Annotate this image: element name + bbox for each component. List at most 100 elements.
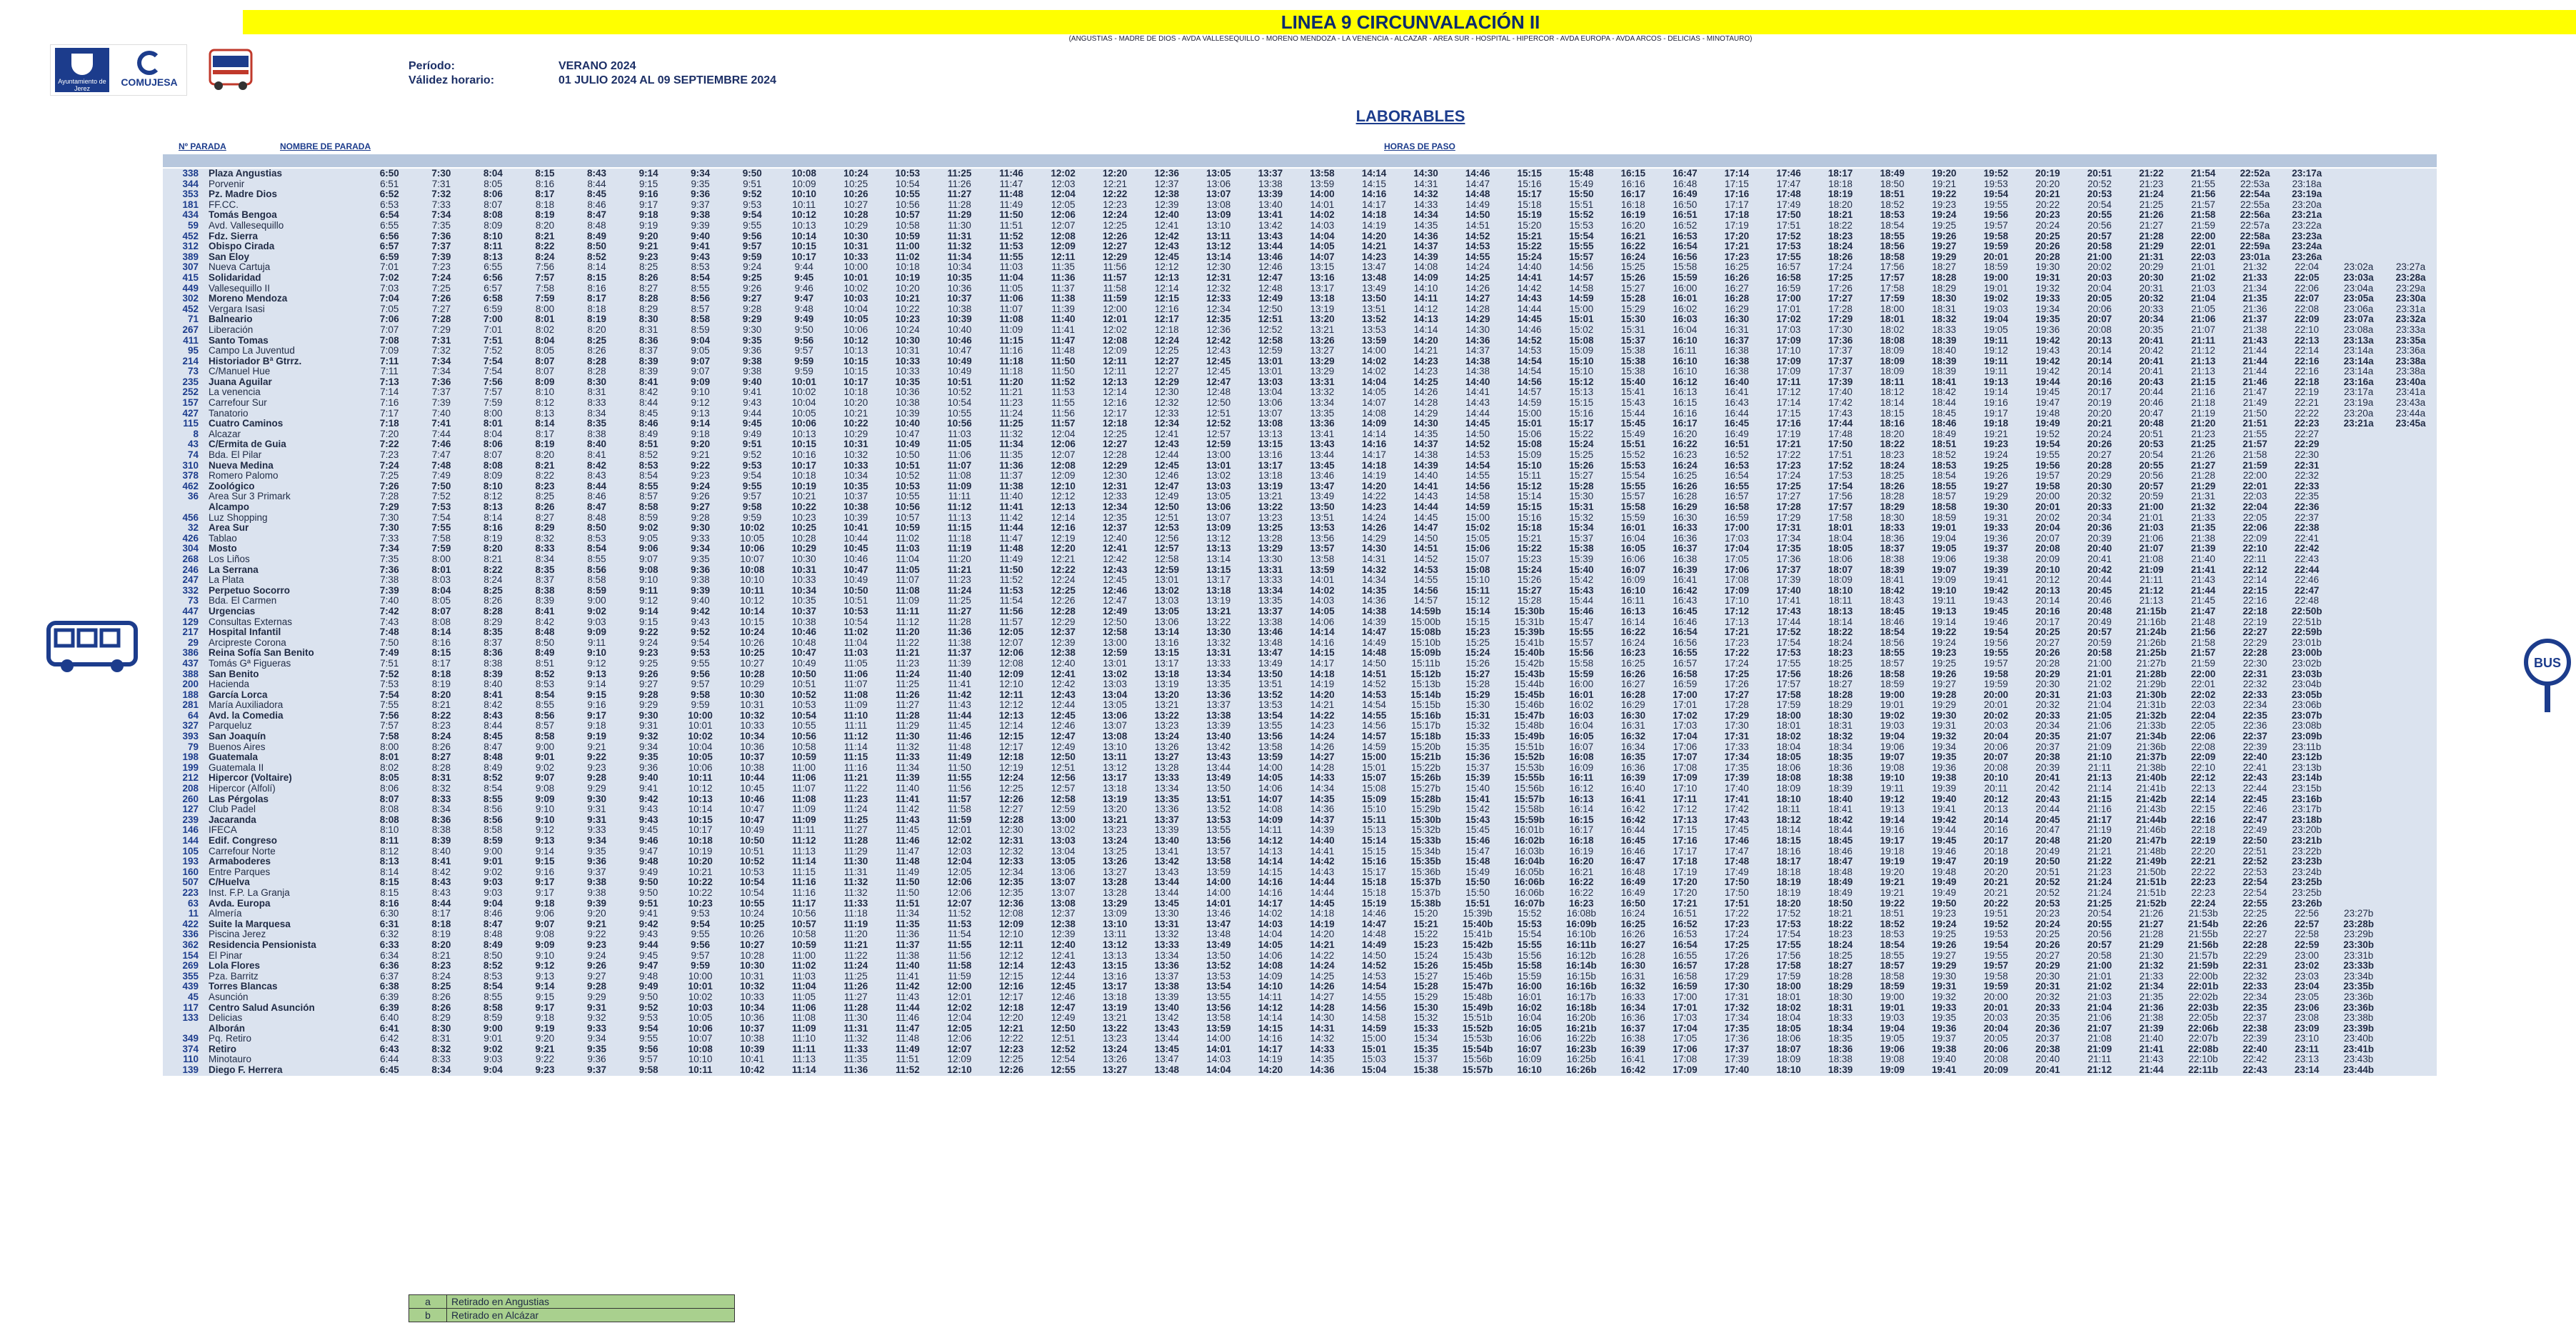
pass-time: 18:29	[1828, 982, 1853, 992]
pass-time: 12:14	[1103, 387, 1128, 398]
pass-time: 13:32	[1310, 387, 1335, 398]
pass-time: 19:50	[1931, 898, 1957, 909]
pass-time: 9:53	[742, 460, 762, 471]
pass-time: 10:36	[740, 742, 765, 752]
pass-time: 9:29	[742, 314, 762, 325]
pass-time: 12:27	[1154, 356, 1179, 366]
pass-time: 23:35b	[2343, 982, 2375, 992]
pass-time: 9:15	[638, 616, 658, 627]
pass-time: 10:07	[740, 554, 765, 564]
table-row: 181 FF.CC. 6:53 7:33 8:07 8:18 8:46 9:17 9:37 9:5…	[163, 200, 2437, 211]
stop-number: 154	[182, 950, 199, 961]
table-row: 355 Pza. Barritz 6:37 8:24 8:53 9:13 9:27 9:48 1…	[163, 972, 2437, 982]
pass-time: 20:48	[2139, 419, 2164, 429]
pass-time: 18:09	[1880, 346, 1905, 356]
pass-time: 11:59	[1103, 294, 1128, 304]
pass-time: 16:22b	[1566, 1034, 1596, 1044]
pass-time: 22:21	[2295, 398, 2319, 409]
pass-time: 13:59	[1310, 179, 1335, 189]
pass-time: 14:06	[1258, 784, 1283, 794]
pass-time: 13:10	[1102, 919, 1128, 929]
pass-time: 11:08	[791, 794, 816, 804]
pass-time: 18:44	[1932, 398, 1957, 409]
pass-time: 13:17	[1258, 460, 1283, 471]
pass-time: 10:56	[947, 419, 972, 429]
pass-time: 16:25	[1620, 919, 1646, 929]
pass-time: 9:26	[587, 961, 607, 972]
pass-time: 17:12	[1724, 606, 1750, 616]
pass-time: 7:54	[379, 689, 399, 700]
pass-time	[2385, 794, 2437, 805]
pass-time: 12:57	[1154, 544, 1179, 554]
pass-time: 12:34	[1102, 502, 1128, 512]
pass-time: 16:22	[1569, 887, 1594, 898]
pass-time: 13:35	[1154, 794, 1179, 804]
pass-time: 12:16	[1103, 398, 1128, 409]
pass-time: 15:24	[1517, 564, 1542, 575]
pass-time: 18:39	[1828, 784, 1853, 794]
pass-time: 14:01	[1206, 898, 1231, 909]
pass-time: 16:37	[1673, 544, 1698, 554]
pass-time: 16:17b	[1566, 992, 1596, 1002]
pass-time: 19:58	[1983, 231, 2008, 241]
pass-time: 20:17	[2087, 387, 2112, 398]
pass-time: 8:27	[431, 752, 451, 763]
pass-time: 15:54	[1517, 929, 1542, 940]
pass-time: 15:57	[1568, 251, 1594, 262]
pass-time: 16:02	[1517, 1002, 1542, 1013]
pass-time: 22:06b	[2187, 1023, 2219, 1034]
pass-time: 13:49	[1362, 283, 1386, 294]
pass-time: 20:50	[2035, 857, 2060, 867]
pass-time	[2332, 179, 2385, 190]
pass-time: 7:56	[535, 262, 555, 273]
pass-time: 20:12	[1983, 794, 2008, 804]
pass-time	[2332, 481, 2385, 492]
pass-time: 9:12	[691, 398, 710, 409]
pass-time: 12:01	[947, 992, 972, 1002]
pass-time: 22:03	[2191, 700, 2215, 711]
pass-time: 13:43	[1154, 1023, 1179, 1034]
pass-time: 22:31	[2294, 460, 2320, 471]
pass-time: 13:38	[1258, 179, 1283, 189]
pass-time: 9:47	[794, 294, 814, 304]
pass-time: 13:48	[1258, 637, 1283, 648]
pass-time: 15:18	[1361, 877, 1387, 888]
pass-time: 9:12	[535, 825, 555, 836]
pass-time: 15:09	[1361, 794, 1387, 804]
pass-time: 14:58	[1362, 1013, 1386, 1024]
pass-time: 8:25	[638, 262, 658, 273]
pass-time: 23:33b	[2343, 961, 2375, 972]
pass-time: 14:33	[1310, 773, 1335, 784]
pass-time: 15:57	[1620, 491, 1645, 502]
pass-time: 7:25	[380, 471, 399, 481]
pass-time: 22:57a	[2240, 220, 2270, 231]
pass-time: 19:32	[2035, 283, 2060, 294]
pass-time: 13:50	[1310, 502, 1335, 512]
pass-time: 8:41	[431, 857, 451, 867]
pass-time: 12:18	[1154, 324, 1179, 335]
pass-time: 11:21	[843, 773, 868, 784]
pass-time: 20:21	[1983, 877, 2008, 888]
pass-time: 11:12	[843, 732, 868, 742]
pass-time: 17:15	[1776, 408, 1801, 419]
pass-time: 20:26	[2035, 241, 2060, 252]
pass-time: 13:03	[1051, 836, 1076, 846]
pass-time: 8:05	[483, 179, 503, 189]
pass-time: 18:50	[1880, 179, 1905, 189]
pass-time: 18:53	[1880, 210, 1905, 221]
pass-time: 16:26	[1724, 272, 1750, 283]
pass-time: 18:21	[1828, 210, 1853, 221]
pass-time: 16:41	[1620, 1054, 1645, 1065]
pass-time: 10:35	[791, 596, 816, 606]
pass-time: 15:15b	[1410, 700, 1441, 711]
pass-time: 16:57	[1673, 658, 1698, 669]
pass-time: 12:25	[999, 1054, 1023, 1065]
stop-number: 127	[182, 804, 199, 815]
pass-time: 18:31	[1932, 304, 1957, 314]
pass-time: 22:05b	[2188, 1013, 2218, 1024]
pass-time: 11:00	[792, 950, 816, 961]
pass-time: 21:43	[2191, 575, 2215, 586]
pass-time: 15:40b	[1462, 919, 1493, 929]
pass-time: 15:49b	[1514, 732, 1545, 742]
pass-time: 11:53	[1051, 387, 1075, 398]
